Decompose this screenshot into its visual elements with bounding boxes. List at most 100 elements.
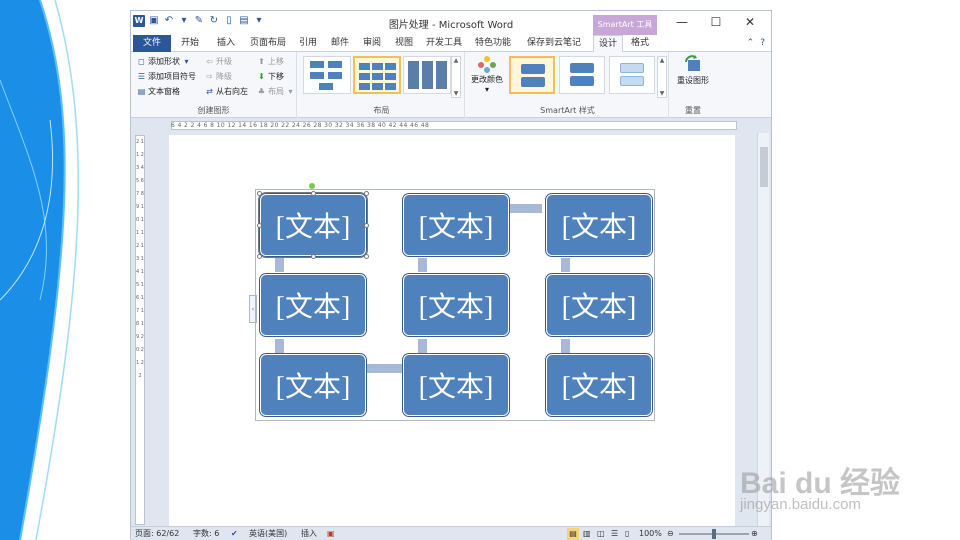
layout-thumbnail-1[interactable] [303,56,351,94]
promote-arrow-icon: ⇦ [206,57,213,66]
tab-save-to-cloud[interactable]: 保存到云笔记 [521,35,587,52]
ribbon-tabs: 文件 开始 插入 页面布局 引用 邮件 审阅 视图 开发工具 特色功能 保存到云… [131,35,771,52]
resize-handle[interactable] [257,223,262,228]
smartart-box-6[interactable]: [文本] [546,274,652,336]
undo-icon[interactable]: ↶ [163,15,175,27]
text-pane-button[interactable]: ▤ 文本窗格 [137,86,180,97]
window-title: 图片处理 - Microsoft Word [388,20,514,31]
demote-button[interactable]: ⇨ 降级 [205,71,232,82]
minimize-button[interactable]: — [665,14,699,30]
word-app-icon[interactable]: W [133,15,145,27]
tab-file[interactable]: 文件 [133,35,171,52]
reset-graphic-button[interactable]: 重设图形 [673,54,713,86]
scroll-up-icon[interactable]: ▲ [660,57,665,64]
style-thumbnail-2[interactable] [559,56,605,94]
right-to-left-button[interactable]: ⇄ 从右向左 [205,86,248,97]
minimize-ribbon-icon[interactable]: ⌃ [747,38,755,48]
smartart-box-8[interactable]: [文本] [403,354,509,416]
vertical-ruler[interactable]: 2 1 1 2 3 4 5 6 7 8 9 10 11 12 13 14 15 … [135,135,145,525]
zoom-in-icon[interactable]: ⊕ [751,528,758,540]
add-bullet-icon: ☰ [137,72,146,81]
tab-view[interactable]: 视图 [389,35,419,52]
print-preview-icon[interactable]: ▤ [238,15,250,27]
resize-handle[interactable] [257,254,262,259]
add-bullet-button[interactable]: ☰ 添加项目符号 [137,71,196,82]
maximize-button[interactable]: ☐ [699,14,733,30]
smartart-box-5[interactable]: [文本] [403,274,509,336]
tab-design[interactable]: 设计 [593,35,623,52]
print-layout-icon[interactable]: ▤ [567,528,579,540]
customize-qat-icon[interactable]: ▾ [253,15,265,27]
document-page[interactable]: ‹ [文本] [文本] [文本] [文本] [文本] [文本] [文本] [文本… [169,135,735,527]
tab-developer[interactable]: 开发工具 [421,35,467,52]
scrollbar-thumb[interactable] [760,147,768,187]
scroll-up-icon[interactable]: ▲ [454,57,459,64]
layout-icon: ♣ [257,87,266,96]
smartart-box-4[interactable]: [文本] [260,274,366,336]
resize-handle[interactable] [311,254,316,259]
web-layout-icon[interactable]: ◫ [597,528,605,540]
word-window: W ▣ ↶ ▾ ✎ ↻ ▯ ▤ ▾ 图片处理 - Microsoft Word … [130,10,772,540]
move-up-button[interactable]: ⬆ 上移 [257,56,284,67]
connector [275,339,284,353]
baidu-jingyan-watermark: Bai du 经验 jingyan.baidu.com [740,458,930,524]
tab-mailings[interactable]: 邮件 [325,35,355,52]
horizontal-ruler[interactable]: 6 4 2 2 4 6 8 10 12 14 16 18 20 22 24 26… [131,119,771,131]
zoom-level[interactable]: 100% [639,528,662,540]
arrow-up-icon: ⬆ [258,57,265,66]
move-down-button[interactable]: ⬇ 下移 [257,71,284,82]
language[interactable]: 英语(美国) [249,528,287,540]
window-controls: — ☐ ✕ [665,14,767,30]
dropdown-arrow-icon[interactable]: ▾ [178,15,190,27]
styles-gallery-scroll[interactable]: ▲ ▼ [657,56,667,98]
smartart-box-2[interactable]: [文本] [403,194,509,256]
close-button[interactable]: ✕ [733,14,767,30]
zoom-slider-knob[interactable] [712,529,716,539]
tab-format[interactable]: 格式 [625,35,655,52]
resize-handle[interactable] [364,223,369,228]
outline-icon[interactable]: ☰ [611,528,618,540]
change-colors-button[interactable]: 更改颜色 ▾ [469,54,505,94]
tab-special-features[interactable]: 特色功能 [469,35,517,52]
layout-thumbnail-2-selected[interactable] [353,56,401,94]
layout-thumbnail-3[interactable] [403,56,451,94]
tab-review[interactable]: 审阅 [357,35,387,52]
new-document-icon[interactable]: ▯ [223,15,235,27]
smartart-box-7[interactable]: [文本] [260,354,366,416]
smartart-box-9[interactable]: [文本] [546,354,652,416]
resize-handle[interactable] [364,191,369,196]
resize-handle[interactable] [311,191,316,196]
smartart-frame[interactable]: [文本] [文本] [文本] [文本] [文本] [文本] [文本] [文本] … [255,189,655,421]
add-shape-button[interactable]: ◻ 添加形状 ▾ [137,56,191,67]
tab-insert[interactable]: 插入 [209,35,243,52]
status-bar: 页面: 62/62 字数: 6 ✔ 英语(美国) 插入 ▣ ▤ ▥ ◫ ☰ ▯ … [131,526,771,540]
resize-handle[interactable] [364,254,369,259]
tab-page-layout[interactable]: 页面布局 [245,35,291,52]
macro-record-icon[interactable]: ▣ [327,528,335,540]
ribbon: ◻ 添加形状 ▾ ☰ 添加项目符号 ▤ 文本窗格 ⇦ 升级 ⇨ 降级 ⇄ 从右向… [131,52,771,118]
scroll-down-icon[interactable]: ▼ [454,90,459,97]
save-icon[interactable]: ▣ [148,15,160,27]
insert-mode[interactable]: 插入 [301,528,317,540]
smartart-box-3[interactable]: [文本] [546,194,652,256]
tab-home[interactable]: 开始 [173,35,207,52]
redo-icon[interactable]: ↻ [208,15,220,27]
scroll-down-icon[interactable]: ▼ [660,90,665,97]
style-thumbnail-3[interactable] [609,56,655,94]
zoom-out-icon[interactable]: ⊖ [667,528,674,540]
page-count[interactable]: 页面: 62/62 [135,528,179,540]
layouts-gallery-scroll[interactable]: ▲ ▼ [451,56,461,98]
word-count[interactable]: 字数: 6 [193,528,219,540]
tab-references[interactable]: 引用 [293,35,323,52]
draft-icon[interactable]: ▯ [625,528,629,540]
help-icon[interactable]: ? [760,38,765,48]
group-reset: 重设图形 重置 [671,52,715,118]
proofing-icon[interactable]: ✔ [231,528,238,540]
full-screen-reading-icon[interactable]: ▥ [583,528,591,540]
promote-button[interactable]: ⇦ 升级 [205,56,232,67]
style-thumbnail-1-selected[interactable] [509,56,555,94]
layout-button[interactable]: ♣ 布局 ▾ [257,86,295,97]
smartart-box-1[interactable]: [文本] [258,192,368,258]
format-painter-icon[interactable]: ✎ [193,15,205,27]
resize-handle[interactable] [257,191,262,196]
